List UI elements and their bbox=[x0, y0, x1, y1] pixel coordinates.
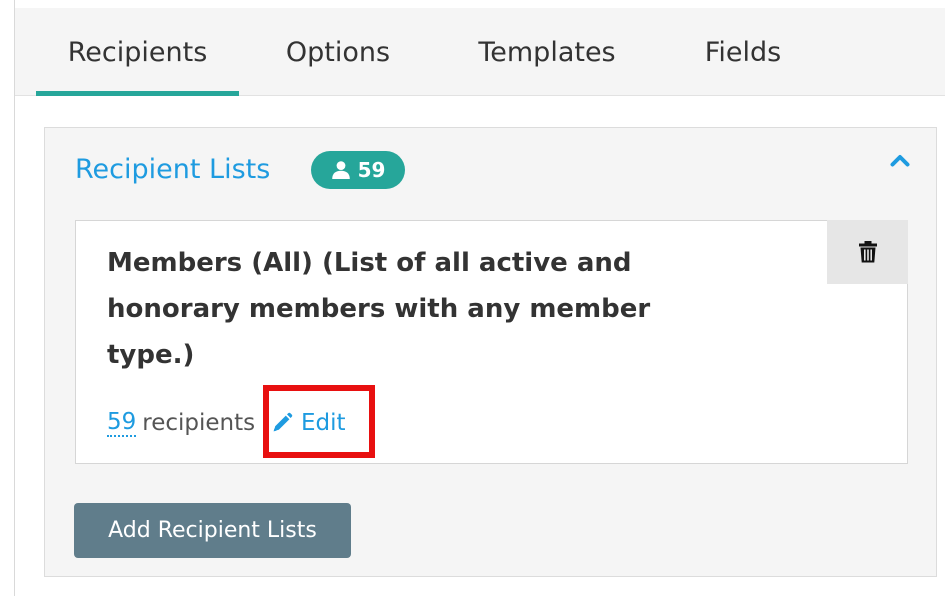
edit-label: Edit bbox=[301, 410, 346, 436]
pencil-icon bbox=[273, 412, 293, 432]
recipient-summary: 59 recipients bbox=[107, 403, 255, 443]
tab-options[interactable]: Options bbox=[263, 8, 413, 96]
edit-list-link[interactable]: Edit bbox=[271, 403, 346, 443]
collapse-button[interactable] bbox=[883, 145, 917, 175]
add-button-label: Add Recipient Lists bbox=[108, 518, 317, 543]
recipient-count-link[interactable]: 59 bbox=[107, 409, 137, 437]
panel-title[interactable]: Recipient Lists bbox=[75, 148, 270, 190]
add-recipient-lists-button[interactable]: Add Recipient Lists bbox=[74, 503, 351, 558]
list-title: Members (All) (List of all active and ho… bbox=[107, 248, 651, 370]
delete-list-button[interactable] bbox=[827, 220, 908, 284]
tab-label: Fields bbox=[704, 36, 782, 68]
recipient-count-badge: 59 bbox=[311, 151, 405, 189]
tab-fields[interactable]: Fields bbox=[684, 8, 802, 96]
recipient-label: recipients bbox=[142, 410, 256, 436]
left-border bbox=[14, 0, 15, 596]
tab-recipients[interactable]: Recipients bbox=[36, 8, 239, 96]
user-icon bbox=[331, 161, 350, 179]
tab-label: Templates bbox=[478, 36, 616, 68]
badge-count: 59 bbox=[357, 158, 386, 182]
email-editor: Recipients Options Templates Fields Reci… bbox=[0, 0, 945, 596]
tab-label: Recipients bbox=[67, 36, 208, 68]
panel-title-text: Recipient Lists bbox=[75, 153, 271, 185]
chevron-up-icon bbox=[890, 155, 910, 167]
top-strip bbox=[14, 0, 945, 8]
tab-label: Options bbox=[285, 36, 391, 68]
tab-templates[interactable]: Templates bbox=[454, 8, 640, 96]
trash-icon bbox=[858, 241, 877, 263]
